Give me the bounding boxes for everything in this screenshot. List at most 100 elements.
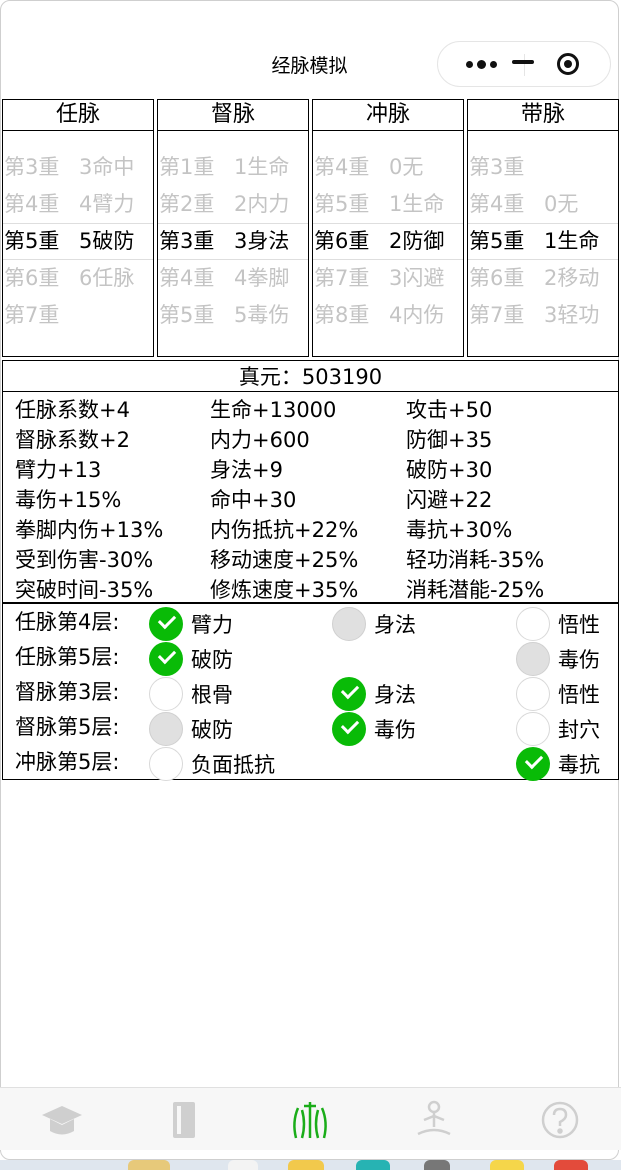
checkbox[interactable] xyxy=(516,607,550,641)
picker-level: 第6重 xyxy=(469,266,525,290)
stat-item: 命中+30 xyxy=(210,488,297,512)
picker-level: 第4重 xyxy=(469,192,525,216)
stat-item: 拳脚内伤+13% xyxy=(15,518,164,542)
picker-value: 3闪避 xyxy=(389,266,445,290)
checkbox-checked[interactable] xyxy=(149,607,183,641)
picker-value: 6任脉 xyxy=(79,266,135,290)
option-label: 根骨 xyxy=(191,683,233,707)
picker-row[interactable]: 第5重 1生命 xyxy=(313,186,463,223)
taskbar-app-icon[interactable] xyxy=(554,1160,588,1170)
picker-row[interactable]: 第6重 2移动 xyxy=(468,260,618,297)
picker-level: 第7重 xyxy=(4,303,60,327)
picker-row[interactable]: 第3重 3命中 xyxy=(3,149,153,186)
picker-row[interactable]: 第4重 4臂力 xyxy=(3,186,153,223)
picker-value: 2移动 xyxy=(544,266,600,290)
option-label: 身法 xyxy=(374,613,416,637)
picker-level: 第4重 xyxy=(4,192,60,216)
picker-level: 第5重 xyxy=(469,229,525,253)
picker-value: 5破防 xyxy=(79,229,135,253)
picker-row[interactable]: 第7重 3轻功 xyxy=(468,297,618,334)
picker-level: 第3重 xyxy=(159,229,215,253)
picker-wheel[interactable]: 第1重 1生命 第2重 2内力 第3重 3身法第4重 4拳脚第5重 5毒伤 xyxy=(158,131,308,356)
taskbar-folder-icon[interactable] xyxy=(288,1160,324,1170)
picker-value: 4内伤 xyxy=(389,303,445,327)
picker-wheel[interactable]: 第4重 0无第5重 1生命第6重 2防御第7重 3闪避第8重 4内伤 xyxy=(313,131,463,356)
picker-wheel[interactable]: 第3重 3命中 第4重 4臂力第5重 5破防 第6重 6任脉 第7重 xyxy=(3,131,153,356)
meridian-body-icon[interactable] xyxy=(288,1098,332,1142)
taskbar xyxy=(0,1160,621,1170)
picker-row[interactable]: 第5重 5毒伤 xyxy=(158,297,308,334)
stat-item: 督脉系数+2 xyxy=(15,428,130,452)
picker-level: 第5重 xyxy=(159,303,215,327)
minimize-icon[interactable] xyxy=(480,40,566,84)
picker-level: 第8重 xyxy=(314,303,370,327)
checkbox-checked[interactable] xyxy=(332,712,366,746)
picker-level: 第6重 xyxy=(314,229,370,253)
meridian-picker[interactable]: 冲脉第4重 0无第5重 1生命第6重 2防御第7重 3闪避第8重 4内伤 xyxy=(312,99,464,357)
picker-header: 督脉 xyxy=(158,100,308,131)
stat-item: 修炼速度+35% xyxy=(210,578,359,602)
help-icon[interactable] xyxy=(538,1098,582,1142)
picker-value: 0无 xyxy=(389,155,424,179)
stat-item: 内伤抵抗+22% xyxy=(210,518,359,542)
options-panel: 任脉第4层: 臂力 身法 悟性 任脉第5层: 破防 毒伤 督脉第3层: 根骨 身法 悟性 督脉第5层:… xyxy=(2,603,619,781)
taskbar-app-icon[interactable] xyxy=(490,1160,524,1170)
picker-wheel[interactable]: 第3重第4重 0无第5重 1生命第6重 2移动第7重 3轻功 xyxy=(468,131,618,356)
stat-item: 轻功消耗-35% xyxy=(406,548,545,572)
book-icon[interactable] xyxy=(162,1098,206,1142)
picker-level: 第5重 xyxy=(4,229,60,253)
picker-row[interactable]: 第4重 4拳脚 xyxy=(158,260,308,297)
picker-row[interactable]: 第3重 xyxy=(468,149,618,186)
picker-row[interactable]: 第4重 0无 xyxy=(313,149,463,186)
option-row-label: 督脉第5层: xyxy=(15,715,120,739)
option-row-label: 任脉第4层: xyxy=(15,610,120,634)
picker-header: 冲脉 xyxy=(313,100,463,131)
taskbar-app-icon[interactable] xyxy=(128,1160,170,1170)
checkbox-checked[interactable] xyxy=(332,677,366,711)
picker-value: 0无 xyxy=(544,192,579,216)
meridian-picker[interactable]: 带脉 第3重 第4重 0无 第5重 1生命 第6重 2移动 第7重 3轻功 xyxy=(467,99,619,357)
picker-selected-row[interactable]: 第5重 1生命 xyxy=(468,223,618,260)
picker-header: 任脉 xyxy=(3,100,153,131)
picker-selected-row[interactable]: 第6重 2防御 xyxy=(313,223,463,260)
meridian-picker[interactable]: 任脉第3重 3命中 第4重 4臂力第5重 5破防 第6重 6任脉 第7重 xyxy=(2,99,154,357)
picker-value: 2防御 xyxy=(389,229,445,253)
picker-value: 2内力 xyxy=(234,192,290,216)
picker-level: 第6重 xyxy=(4,266,60,290)
checkbox-checked[interactable] xyxy=(149,642,183,676)
stat-item: 受到伤害-30% xyxy=(15,548,154,572)
picker-selected-row[interactable]: 第5重 5破防 xyxy=(3,223,153,260)
checkbox[interactable] xyxy=(149,747,183,781)
checkbox[interactable] xyxy=(516,677,550,711)
picker-level: 第4重 xyxy=(159,266,215,290)
picker-value: 3轻功 xyxy=(544,303,600,327)
tab-bar xyxy=(0,1087,621,1150)
stat-item: 防御+35 xyxy=(406,428,493,452)
picker-row[interactable]: 第8重 4内伤 xyxy=(313,297,463,334)
taskbar-app-icon[interactable] xyxy=(228,1160,258,1170)
stat-item: 毒伤+15% xyxy=(15,488,122,512)
option-label: 悟性 xyxy=(558,613,600,637)
taskbar-app-icon[interactable] xyxy=(356,1160,390,1170)
meditation-icon[interactable] xyxy=(412,1098,456,1142)
picker-selected-row[interactable]: 第3重 3身法 xyxy=(158,223,308,260)
picker-level: 第4重 xyxy=(314,155,370,179)
picker-row[interactable]: 第4重 0无 xyxy=(468,186,618,223)
picker-value: 1生命 xyxy=(389,192,445,216)
meridian-picker[interactable]: 督脉第1重 1生命 第2重 2内力 第3重 3身法第4重 4拳脚第5重 5毒伤 xyxy=(157,99,309,357)
picker-value: 4拳脚 xyxy=(234,266,290,290)
picker-row[interactable]: 第6重 6任脉 xyxy=(3,260,153,297)
graduation-cap-icon[interactable] xyxy=(40,1098,84,1142)
checkbox-checked[interactable] xyxy=(516,747,550,781)
picker-row[interactable]: 第7重 3闪避 xyxy=(313,260,463,297)
stat-item: 身法+9 xyxy=(210,458,283,482)
checkbox[interactable] xyxy=(149,677,183,711)
picker-row[interactable]: 第1重 1生命 xyxy=(158,149,308,186)
picker-row[interactable]: 第7重 xyxy=(3,297,153,334)
stat-item: 臂力+13 xyxy=(15,458,102,482)
taskbar-app-icon[interactable] xyxy=(424,1160,450,1170)
picker-level: 第1重 xyxy=(159,155,215,179)
picker-row[interactable]: 第2重 2内力 xyxy=(158,186,308,223)
checkbox[interactable] xyxy=(516,712,550,746)
checkbox-disabled xyxy=(516,642,550,676)
